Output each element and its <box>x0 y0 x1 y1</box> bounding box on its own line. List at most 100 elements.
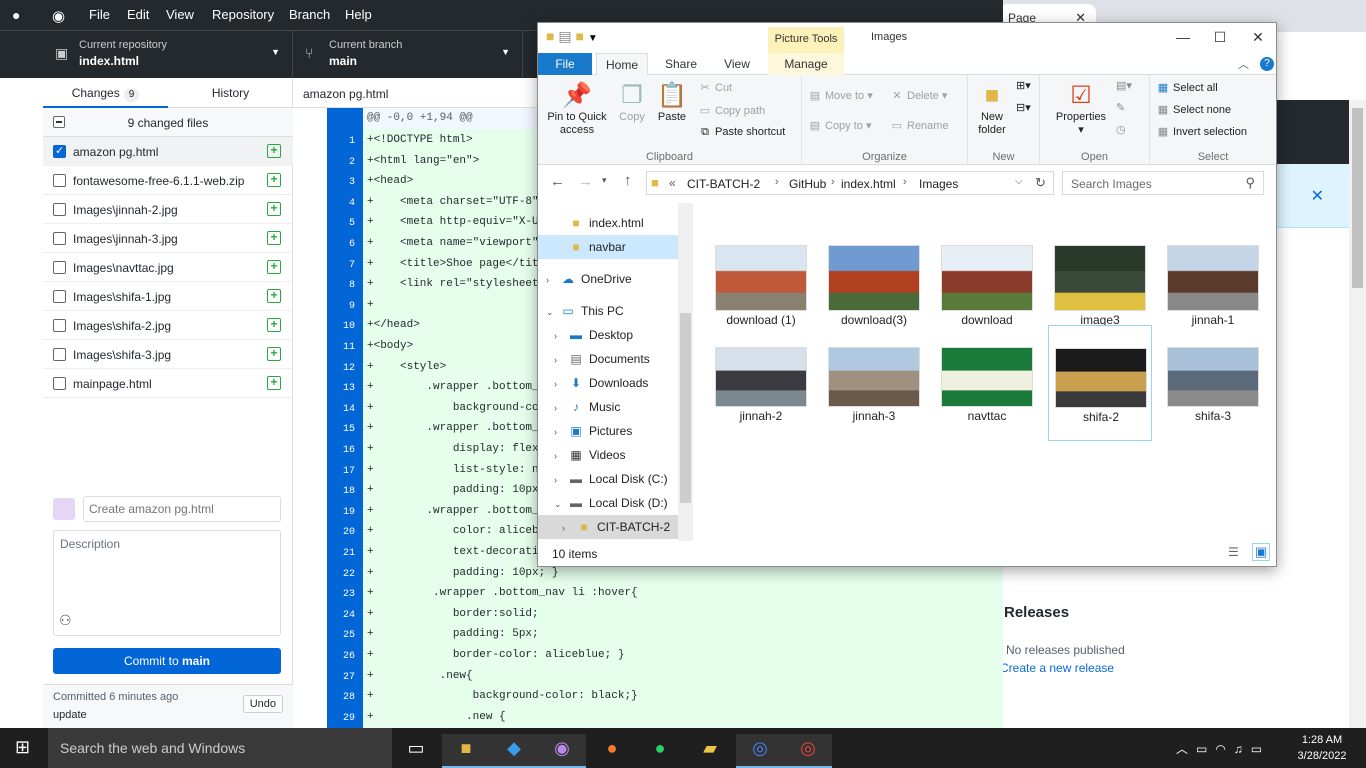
forward-arrow-icon[interactable]: → <box>578 173 593 190</box>
tree-item[interactable]: ⌄ ▬ Local Disk (D:) <box>538 491 678 515</box>
folder-taskbar-icon[interactable]: ▰ <box>686 734 734 768</box>
commit-button[interactable]: Commit to main <box>53 648 281 674</box>
file-checkbox[interactable] <box>53 261 66 274</box>
menu-branch[interactable]: Branch <box>289 7 330 22</box>
tree-item[interactable]: › ☁ OneDrive <box>538 267 678 291</box>
commit-description-field[interactable]: Description <box>53 530 281 636</box>
cut-button[interactable]: ✂ Cut <box>698 81 732 94</box>
easy-access-icon[interactable]: ⊟▾ <box>1016 101 1031 114</box>
chrome-taskbar-icon[interactable]: ◎ <box>736 734 784 768</box>
chrome-profile-taskbar-icon[interactable]: ◎ <box>784 734 832 768</box>
chevron-right-icon[interactable]: › <box>562 516 576 540</box>
tab-history[interactable]: History <box>168 78 293 108</box>
menu-edit[interactable]: Edit <box>127 7 149 22</box>
details-view-icon[interactable]: ☰ <box>1228 545 1239 559</box>
select-none-button[interactable]: ▦ Select none <box>1156 103 1231 116</box>
commit-summary-input[interactable] <box>83 496 281 522</box>
chevron-right-icon[interactable]: › <box>554 444 568 468</box>
changed-file-row[interactable]: Images\navttac.jpg + <box>43 253 293 282</box>
task-view-icon[interactable]: ▭ <box>392 734 440 768</box>
current-repository-selector[interactable]: ▣ Current repository index.html ▼ <box>43 31 293 79</box>
file-checkbox[interactable] <box>53 174 66 187</box>
system-tray[interactable]: ︿▭◠♫▭ <box>1176 740 1270 757</box>
changed-file-row[interactable]: Images\shifa-2.jpg + <box>43 311 293 340</box>
tab-file[interactable]: File <box>538 53 592 75</box>
windows-start-icon[interactable]: ⊞ <box>15 737 30 758</box>
search-box[interactable]: Search Images ⚲ <box>1062 171 1264 195</box>
tab-changes[interactable]: Changes 9 <box>43 78 168 108</box>
tree-item[interactable]: › ♪ Music <box>538 395 678 419</box>
tree-item[interactable]: ■ index.html <box>538 211 678 235</box>
chevron-down-icon[interactable]: ⌵ <box>1015 176 1023 187</box>
copy-path-button[interactable]: ▭ Copy path <box>698 104 765 117</box>
invert-selection-button[interactable]: ▦ Invert selection <box>1156 125 1247 138</box>
firefox-taskbar-icon[interactable]: ● <box>588 734 636 768</box>
tab-view[interactable]: View <box>714 53 760 75</box>
new-folder-button[interactable]: ■ New folder <box>972 81 1012 137</box>
quick-access-toolbar[interactable]: ■ ▤ ■ ▼ <box>546 28 598 45</box>
chevron-right-icon[interactable]: › <box>554 324 568 348</box>
file-checkbox[interactable] <box>53 144 66 158</box>
changed-file-row[interactable]: fontawesome-free-6.1.1-web.zip + <box>43 166 293 195</box>
file-checkbox[interactable] <box>53 319 66 332</box>
file-item[interactable]: navttac <box>935 325 1039 441</box>
edit-icon[interactable]: ✎ <box>1116 101 1125 114</box>
up-arrow-icon[interactable]: ↑ <box>624 172 632 189</box>
browser-scrollbar[interactable] <box>1349 100 1366 728</box>
tree-item[interactable]: › ▣ Pictures <box>538 419 678 443</box>
large-icons-view-icon[interactable]: ▣ <box>1252 543 1271 561</box>
tree-item[interactable]: › ▬ Desktop <box>538 323 678 347</box>
tab-home[interactable]: Home <box>596 53 648 75</box>
navigation-pane-scrollbar[interactable] <box>678 203 693 541</box>
file-item[interactable]: jinnah-2 <box>709 325 813 441</box>
minimize-icon[interactable]: — <box>1168 29 1198 45</box>
back-arrow-icon[interactable]: ← <box>550 173 565 190</box>
file-checkbox[interactable] <box>53 203 66 216</box>
help-icon[interactable]: ? <box>1260 57 1274 71</box>
menu-view[interactable]: View <box>166 7 194 22</box>
breadcrumb-cit-batch-2[interactable]: CIT-BATCH-2 <box>687 177 760 191</box>
vscode-taskbar-icon[interactable]: ◆ <box>490 734 538 768</box>
tree-item[interactable]: ■ navbar <box>538 235 678 259</box>
properties-button[interactable]: ☑ Properties ▾ <box>1048 81 1114 137</box>
breadcrumb-overflow[interactable]: « <box>669 176 676 190</box>
maximize-icon[interactable]: ☐ <box>1205 29 1235 46</box>
paste-button[interactable]: 📋 Paste <box>654 81 690 124</box>
copy-button[interactable]: ❐ Copy <box>614 81 650 124</box>
add-coauthor-icon[interactable]: ⚇ <box>59 612 72 629</box>
new-item-icon[interactable]: ⊞▾ <box>1016 79 1031 92</box>
recent-locations-icon[interactable]: ▾ <box>602 175 607 186</box>
file-checkbox[interactable] <box>53 377 66 390</box>
breadcrumb-index-html[interactable]: index.html <box>841 177 896 191</box>
paste-shortcut-button[interactable]: ⧉ Paste shortcut <box>698 126 785 139</box>
rename-button[interactable]: ▭ Rename <box>890 119 949 132</box>
undo-button[interactable]: Undo <box>242 695 283 713</box>
whatsapp-taskbar-icon[interactable]: ● <box>636 734 684 768</box>
chevron-right-icon[interactable]: › <box>554 420 568 444</box>
changed-file-row[interactable]: mainpage.html + <box>43 369 293 398</box>
breadcrumb-github[interactable]: GitHub <box>789 177 826 191</box>
chevron-right-icon[interactable]: › <box>554 468 568 492</box>
delete-button[interactable]: ✕ Delete ▾ <box>890 89 947 102</box>
menu-file[interactable]: File <box>89 7 110 22</box>
file-explorer-taskbar-icon[interactable]: ■ <box>442 734 490 768</box>
copy-to-button[interactable]: ▤ Copy to ▾ <box>808 119 872 132</box>
changed-file-row[interactable]: Images\shifa-3.jpg + <box>43 340 293 369</box>
file-checkbox[interactable] <box>53 348 66 361</box>
menu-help[interactable]: Help <box>345 7 372 22</box>
file-checkbox[interactable] <box>53 290 66 303</box>
tree-item[interactable]: › ▦ Videos <box>538 443 678 467</box>
github-desktop-taskbar-icon[interactable]: ◉ <box>538 734 586 768</box>
collapse-ribbon-icon[interactable]: ︿ <box>1238 56 1249 72</box>
address-bar[interactable]: ■ « CIT-BATCH-2 › GitHub › index.html › … <box>646 171 1054 195</box>
breadcrumb-images[interactable]: Images <box>919 177 958 191</box>
select-all-button[interactable]: ▦ Select all <box>1156 81 1218 94</box>
file-item[interactable]: shifa-3 <box>1161 325 1265 441</box>
menu-repository[interactable]: Repository <box>212 7 274 22</box>
taskbar-search[interactable]: Search the web and Windows <box>48 728 392 768</box>
tree-item[interactable]: › ▬ Local Disk (C:) <box>538 467 678 491</box>
close-icon[interactable]: ✕ <box>1311 186 1324 206</box>
tab-manage[interactable]: Manage <box>768 53 844 75</box>
tab-share[interactable]: Share <box>656 53 706 75</box>
open-icon[interactable]: ▤▾ <box>1116 79 1132 92</box>
